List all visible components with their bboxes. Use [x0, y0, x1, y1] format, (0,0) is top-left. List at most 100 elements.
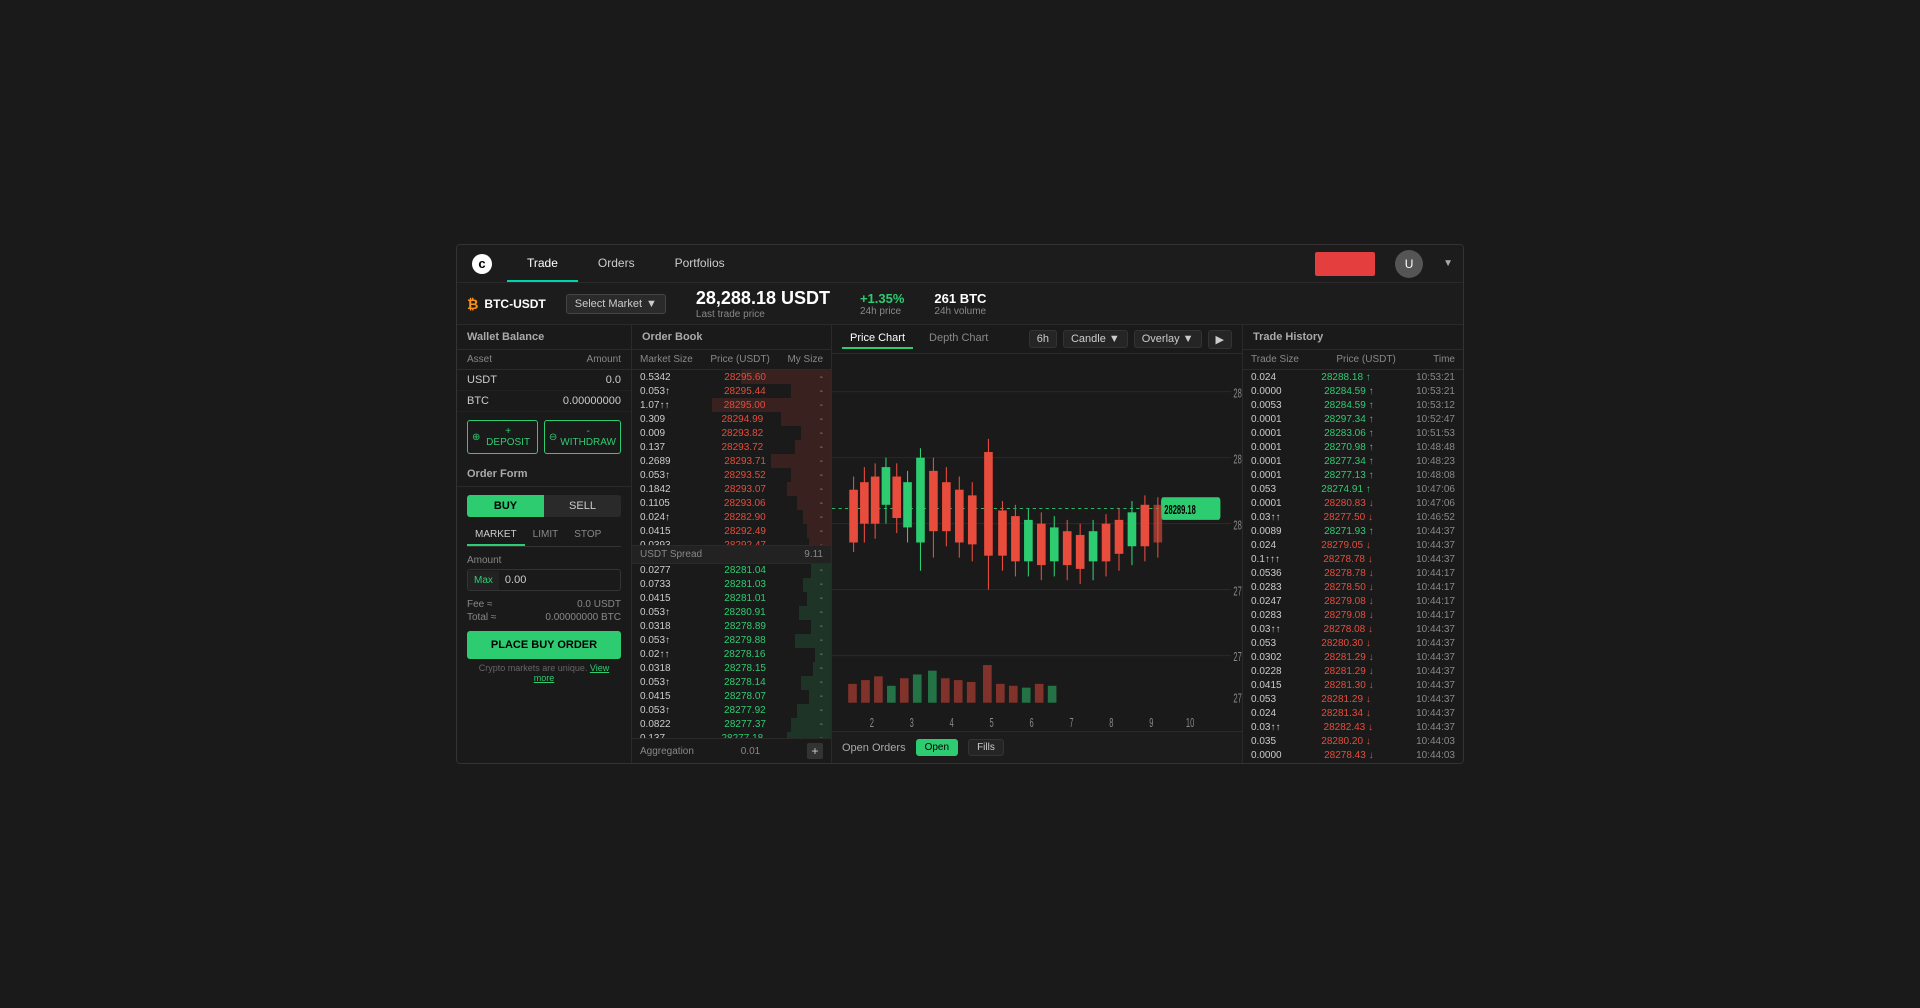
ob-ask-mysize: - [820, 540, 823, 545]
sell-tab[interactable]: SELL [544, 495, 621, 517]
buy-tab[interactable]: BUY [467, 495, 544, 517]
ob-bid-size: 0.02↑↑ [640, 649, 669, 660]
withdraw-button[interactable]: ⊖ - WITHDRAW [544, 420, 621, 454]
open-orders-bar: Open Orders Open Fills [832, 731, 1242, 763]
order-type-market[interactable]: MARKET [467, 525, 525, 546]
svg-text:2: 2 [870, 716, 874, 731]
svg-text:5: 5 [990, 716, 994, 731]
overlay-chevron-icon: ▼ [1183, 333, 1194, 345]
order-type-limit[interactable]: LIMIT [525, 525, 567, 546]
ob-ask-price: 28293.52 [724, 470, 766, 481]
th-time: 10:46:52 [1416, 512, 1455, 523]
total-value: 0.00000000 BTC [545, 612, 621, 623]
th-size: 0.0089 [1251, 526, 1282, 537]
disclaimer-text: Crypto markets are unique. View more [467, 663, 621, 683]
wallet-header: Wallet Balance [457, 325, 631, 350]
ob-bid-row: 0.041528278.07- [632, 690, 831, 704]
ob-bid-row: 0.082228277.37- [632, 718, 831, 732]
balance-row-usdt: USDT 0.0 [457, 370, 631, 391]
svg-text:c: c [478, 256, 485, 271]
ob-bid-price: 28277.92 [724, 705, 766, 716]
ob-bid-price: 28278.14 [724, 677, 766, 688]
price-info: 28,288.18 USDT Last trade price +1.35% 2… [696, 288, 987, 320]
th-size: 0.1↑↑↑ [1251, 554, 1280, 565]
ob-ask-price: 28295.60 [724, 372, 766, 383]
ob-column-headers: Market Size Price (USDT) My Size [632, 350, 831, 370]
th-time: 10:44:17 [1416, 610, 1455, 621]
th-price: 28277.50 ↓ [1324, 512, 1374, 523]
th-price: 28279.05 ↓ [1321, 540, 1371, 551]
nav-tab-orders[interactable]: Orders [578, 245, 655, 282]
th-size: 0.03↑↑ [1251, 512, 1280, 523]
max-tag[interactable]: Max [468, 571, 499, 590]
ob-ask-mysize: - [820, 526, 823, 537]
aggregation-label: Aggregation [640, 746, 694, 757]
ob-bid-mysize: - [820, 691, 823, 702]
nav-tab-portfolios[interactable]: Portfolios [655, 245, 745, 282]
th-row: 0.000028284.59 ↑10:53:21 [1243, 384, 1463, 398]
balance-usdt-asset: USDT [467, 374, 497, 386]
open-orders-fills-button[interactable]: Fills [968, 739, 1004, 756]
ob-ask-size: 0.0415 [640, 526, 671, 537]
ob-ask-mysize: - [820, 484, 823, 495]
chart-type-tabs: Price Chart Depth Chart [842, 329, 996, 349]
overlay-button[interactable]: Overlay ▼ [1134, 330, 1202, 348]
depth-chart-tab[interactable]: Depth Chart [921, 329, 996, 349]
amount-input[interactable] [499, 570, 621, 590]
th-price: 28277.13 ↑ [1324, 470, 1374, 481]
th-price: 28288.18 ↑ [1321, 372, 1371, 383]
ob-bid-price: 28278.89 [724, 621, 766, 632]
th-row: 0.03↑↑28278.08 ↓10:44:37 [1243, 622, 1463, 636]
aggregation-plus-button[interactable]: + [807, 743, 823, 759]
th-size: 0.053 [1251, 638, 1276, 649]
ob-ask-mysize: - [820, 498, 823, 509]
fee-row: Fee ≈ 0.0 USDT [467, 599, 621, 610]
ob-ask-row: 0.041528292.49- [632, 524, 831, 538]
spread-label: USDT Spread [640, 549, 702, 560]
chart-controls: 6h Candle ▼ Overlay ▼ ▶ [1029, 330, 1232, 349]
th-row: 0.005328284.59 ↑10:53:12 [1243, 398, 1463, 412]
candlestick-chart: 28 750 28 500 28 000 27 750 27 500 27 25… [832, 354, 1242, 731]
th-column-headers: Trade Size Price (USDT) Time [1243, 350, 1463, 370]
deposit-button[interactable]: ⊕ + DEPOSIT [467, 420, 538, 454]
volume-group: 261 BTC 24h volume [934, 291, 986, 317]
ob-ask-price: 28294.99 [721, 414, 763, 425]
place-order-button[interactable]: PLACE BUY ORDER [467, 631, 621, 659]
th-time: 10:44:17 [1416, 568, 1455, 579]
select-market-button[interactable]: Select Market ▼ [566, 294, 666, 314]
user-avatar[interactable]: U [1395, 250, 1423, 278]
ob-ask-mysize: - [820, 414, 823, 425]
user-dropdown-icon[interactable]: ▼ [1443, 258, 1453, 269]
ob-bid-price: 28277.37 [724, 719, 766, 730]
chart-area: 28 750 28 500 28 000 27 750 27 500 27 25… [832, 354, 1242, 731]
th-row: 0.000028278.43 ↓10:44:03 [1243, 748, 1463, 762]
th-row: 0.00928278.43 ↓10:44:03 [1243, 762, 1463, 763]
ob-bid-row: 0.053↑28279.88- [632, 634, 831, 648]
th-time: 10:44:17 [1416, 582, 1455, 593]
balance-column-headers: Asset Amount [457, 350, 631, 370]
svg-text:6: 6 [1029, 716, 1033, 731]
th-time: 10:44:37 [1416, 526, 1455, 537]
balance-col-amount: Amount [587, 354, 621, 365]
price-chart-tab[interactable]: Price Chart [842, 329, 913, 349]
ob-bid-size: 0.0822 [640, 719, 671, 730]
disclaimer-content: Crypto markets are unique. [479, 663, 588, 673]
ob-bid-price: 28281.04 [724, 565, 766, 576]
open-orders-open-button[interactable]: Open [916, 739, 958, 756]
th-size: 0.053 [1251, 694, 1276, 705]
user-balance-bar[interactable] [1315, 252, 1375, 276]
price-change-label: 24h price [860, 306, 904, 317]
candle-type-button[interactable]: Candle ▼ [1063, 330, 1128, 348]
th-size: 0.03↑↑ [1251, 624, 1280, 635]
chart-expand-button[interactable]: ▶ [1208, 330, 1232, 349]
volume-label: 24h volume [934, 306, 986, 317]
order-book-panel: Order Book Market Size Price (USDT) My S… [632, 325, 832, 763]
ob-bid-row: 0.073328281.03- [632, 578, 831, 592]
nav-tab-trade[interactable]: Trade [507, 245, 578, 282]
th-size: 0.0536 [1251, 568, 1282, 579]
ob-ask-row: 0.00928293.82- [632, 426, 831, 440]
order-type-stop[interactable]: STOP [566, 525, 609, 546]
th-row: 0.008928271.93 ↑10:44:37 [1243, 524, 1463, 538]
timeframe-6h-button[interactable]: 6h [1029, 330, 1057, 348]
svg-text:28 750: 28 750 [1233, 386, 1242, 401]
